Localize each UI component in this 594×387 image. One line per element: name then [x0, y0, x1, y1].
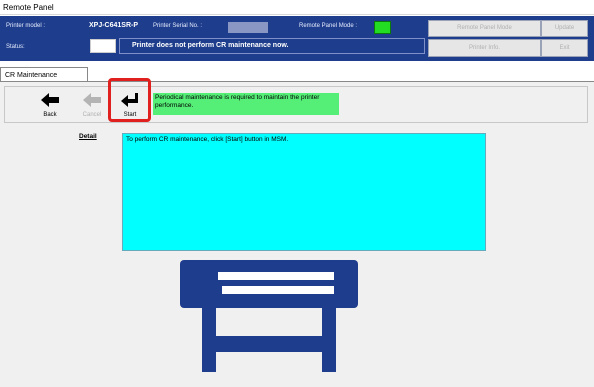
window-title: Remote Panel [0, 0, 594, 15]
back-label: Back [43, 112, 57, 118]
remote-panel-window: Remote Panel Printer model : XPJ-C641SR-… [0, 0, 594, 387]
detail-label: Detail [79, 133, 97, 140]
remote-panel-mode-button[interactable]: Remote Panel Mode [428, 20, 541, 37]
start-button-highlight [108, 78, 151, 122]
cancel-label: Cancel [82, 112, 102, 118]
serial-number-value [228, 22, 268, 33]
remote-mode-label: Remote Panel Mode : [299, 23, 358, 29]
tab-cr-maintenance[interactable]: CR Maintenance [0, 67, 88, 82]
printer-model-label: Printer model : [6, 23, 46, 29]
maintenance-toolbar: Back Cancel Start Periodical maintenance… [4, 86, 588, 123]
printer-illustration-icon [180, 260, 358, 372]
printer-info-header: Printer model : XPJ-C641SR-P Printer Ser… [0, 16, 594, 61]
serial-label: Printer Serial No. : [153, 23, 203, 29]
status-message: Printer does not perform CR maintenance … [119, 38, 425, 54]
printer-info-button[interactable]: Printer Info. [428, 39, 541, 57]
update-button[interactable]: Update [541, 20, 588, 37]
status-indicator [90, 39, 116, 53]
printer-model-value: XPJ-C641SR-P [89, 22, 139, 29]
status-label: Status: [6, 44, 25, 50]
back-button[interactable]: Back [36, 90, 64, 120]
cancel-button[interactable]: Cancel [78, 90, 106, 120]
maintenance-notice: Periodical maintenance is required to ma… [153, 93, 339, 115]
back-arrow-icon [41, 93, 59, 107]
cr-maintenance-panel: Back Cancel Start Periodical maintenance… [0, 81, 594, 387]
exit-button[interactable]: Exit [541, 39, 588, 57]
detail-text-box: To perform CR maintenance, click [Start]… [122, 133, 486, 251]
remote-mode-indicator [374, 21, 391, 34]
cancel-arrow-icon [83, 93, 101, 107]
